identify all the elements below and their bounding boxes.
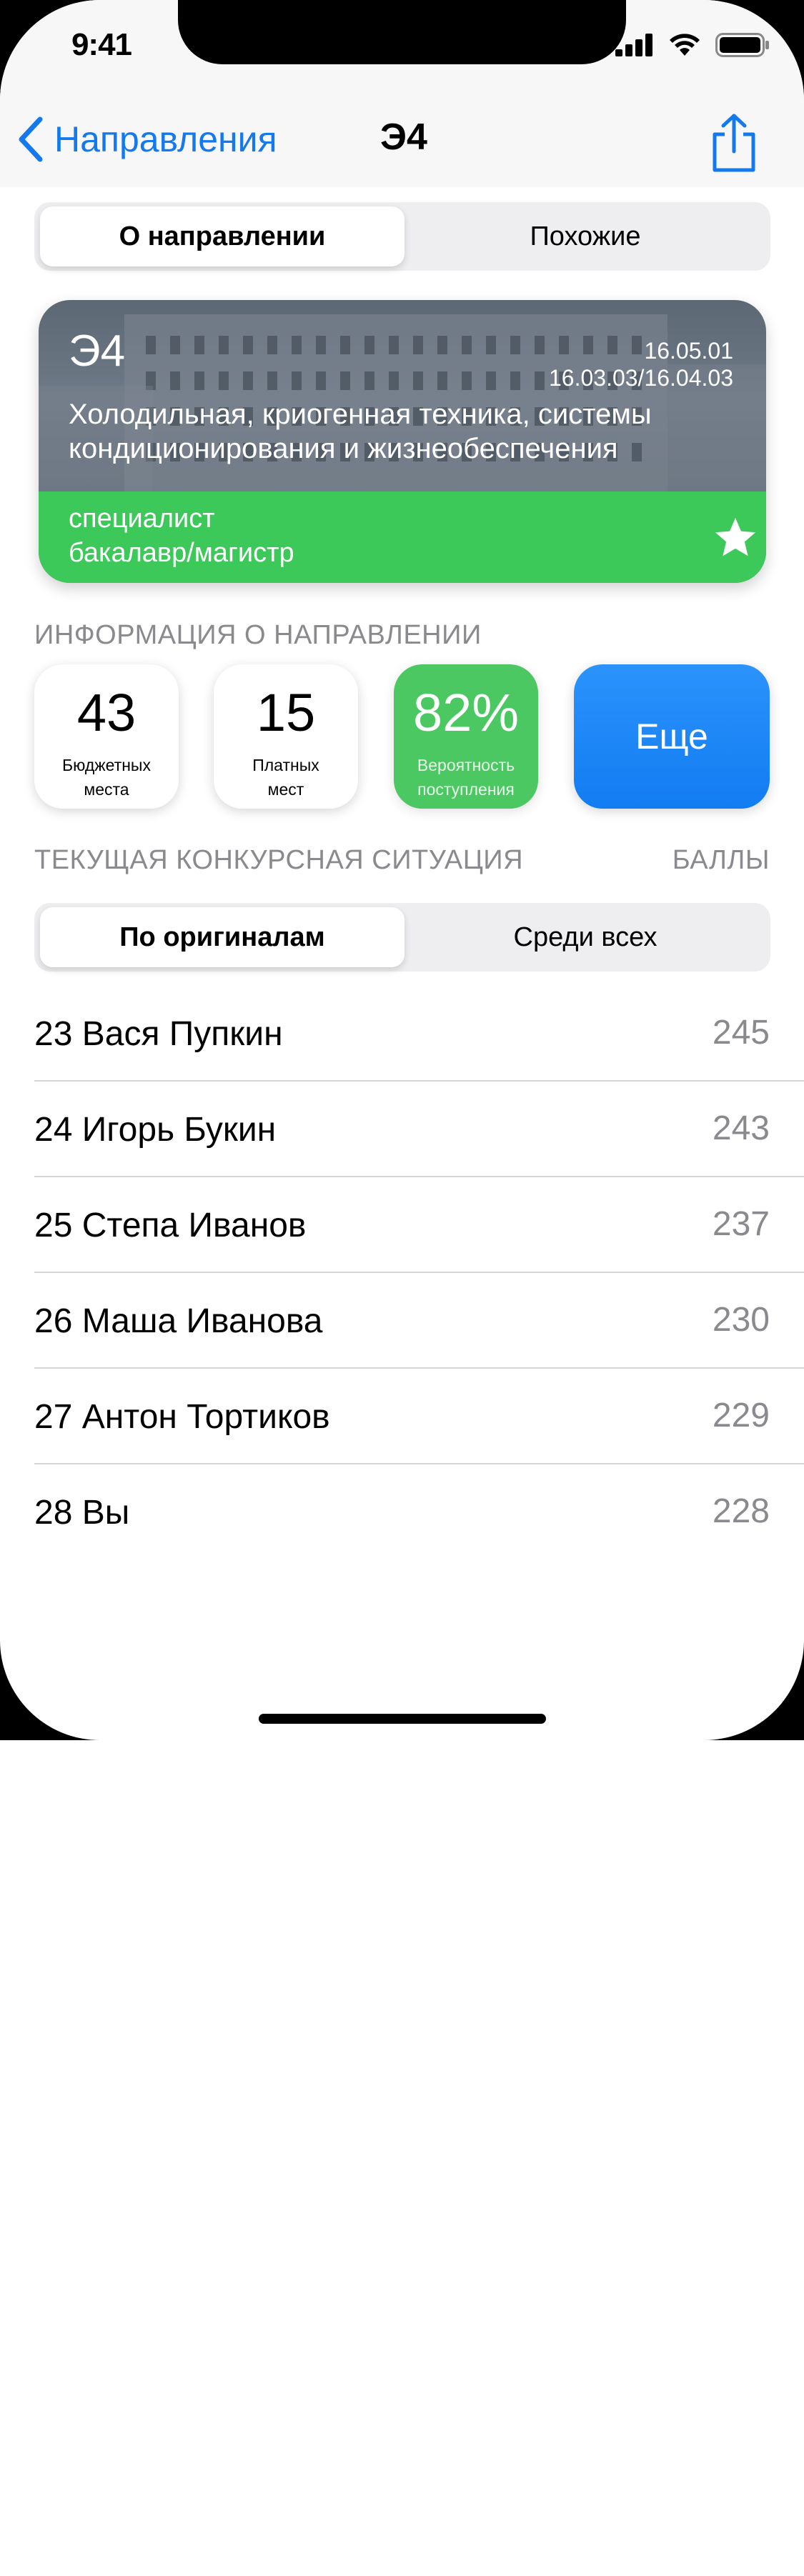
- star-icon: [715, 517, 756, 556]
- stat-value: 43: [76, 683, 137, 742]
- stat-label: Бюджетных места: [34, 753, 179, 802]
- applicant-score: 228: [712, 1492, 770, 1530]
- stat-budget-places: 43 Бюджетных места: [34, 664, 179, 809]
- status-icons: [615, 33, 770, 57]
- applicant-name: 24 Игорь Букин: [34, 1111, 277, 1149]
- ranking-row-current-user[interactable]: 28 Вы 228: [34, 1464, 804, 1559]
- level-label: бакалавр/магистр: [69, 538, 294, 568]
- chevron-left-icon: [19, 116, 43, 162]
- tab-among-all[interactable]: Среди всех: [402, 903, 769, 972]
- stat-label: Платных мест: [214, 753, 358, 802]
- applicant-score: 230: [712, 1301, 770, 1339]
- device-notch: [178, 0, 626, 64]
- stat-label: Вероятность поступления: [394, 753, 538, 802]
- program-card[interactable]: Э4 16.05.01 16.03.03/16.04.03 Холодильна…: [39, 300, 766, 583]
- stat-admission-probability: 82% Вероятность поступления: [394, 664, 538, 809]
- stat-label-line: места: [84, 780, 129, 799]
- ranking-row[interactable]: 25 Степа Иванов 237: [34, 1177, 804, 1273]
- tab-about-program[interactable]: О направлении: [39, 202, 406, 271]
- wifi-icon: [670, 34, 700, 56]
- share-icon: [713, 114, 755, 172]
- score-column-header: БАЛЛЫ: [672, 845, 770, 875]
- ranking-list: 23 Вася Пупкин 245 24 Игорь Букин 243 25…: [34, 986, 804, 1559]
- stat-label-line: поступления: [417, 780, 515, 799]
- favorite-button[interactable]: [712, 514, 759, 561]
- tab-by-originals[interactable]: По оригиналам: [39, 903, 406, 972]
- applicant-name: 26 Маша Иванова: [34, 1302, 323, 1340]
- stat-paid-places: 15 Платных мест: [214, 664, 358, 809]
- applicant-score: 229: [712, 1397, 770, 1434]
- level-label: специалист: [69, 504, 215, 534]
- more-info-button[interactable]: Еще: [574, 664, 770, 809]
- stat-label-line: мест: [267, 780, 304, 799]
- back-button-label: Направления: [54, 119, 277, 159]
- program-levels: специалист бакалавр/магистр: [69, 501, 294, 570]
- specialty-codes: 16.05.01 16.03.03/16.04.03: [549, 337, 733, 391]
- program-tabs: О направлении Похожие: [34, 202, 770, 271]
- applicant-name: 25 Степа Иванов: [34, 1207, 307, 1244]
- applicant-score: 237: [712, 1205, 770, 1243]
- stat-value: 15: [256, 683, 316, 742]
- competition-section-title: ТЕКУЩАЯ КОНКУРСНАЯ СИТУАЦИЯ: [34, 845, 524, 875]
- info-section-title: ИНФОРМАЦИЯ О НАПРАВЛЕНИИ: [34, 620, 482, 650]
- applicant-name: 27 Антон Тортиков: [34, 1398, 330, 1436]
- ranking-row[interactable]: 26 Маша Иванова 230: [34, 1273, 804, 1369]
- page-title: Э4: [380, 116, 427, 158]
- description-line: кондиционирования и жизнеобеспечения: [69, 433, 618, 464]
- ranking-row[interactable]: 24 Игорь Букин 243: [34, 1082, 804, 1177]
- share-button[interactable]: [708, 113, 760, 173]
- program-description: Холодильная, криогенная техника, системы…: [69, 397, 712, 466]
- ranking-row[interactable]: 27 Антон Тортиков 229: [34, 1369, 804, 1464]
- stat-label-line: Бюджетных: [62, 756, 151, 774]
- stat-value: 82%: [412, 683, 520, 742]
- cellular-signal-icon: [615, 34, 652, 56]
- tab-similar-programs[interactable]: Похожие: [402, 202, 769, 271]
- applicant-name: 23 Вася Пупкин: [34, 1015, 283, 1053]
- stat-label-line: Платных: [252, 756, 319, 774]
- ranking-row[interactable]: 23 Вася Пупкин 245: [34, 986, 804, 1082]
- status-time: 9:41: [71, 27, 132, 62]
- battery-icon: [715, 33, 769, 57]
- back-button[interactable]: Направления: [17, 114, 277, 164]
- program-code: Э4: [69, 326, 126, 376]
- home-indicator[interactable]: [259, 1714, 546, 1724]
- description-line: Холодильная, криогенная техника, системы: [69, 399, 652, 430]
- ranking-tabs: По оригиналам Среди всех: [34, 903, 770, 972]
- applicant-score: 245: [712, 1014, 770, 1052]
- specialty-code: 16.03.03/16.04.03: [548, 365, 733, 391]
- applicant-score: 243: [712, 1109, 770, 1147]
- stat-label-line: Вероятность: [417, 756, 515, 774]
- screen: 9:41 Направления Э4 О направлении Похожи…: [0, 0, 804, 1740]
- phone-frame: 9:41 Направления Э4 О направлении Похожи…: [0, 0, 804, 1740]
- specialty-code: 16.05.01: [644, 338, 733, 364]
- applicant-name: 28 Вы: [34, 1494, 130, 1532]
